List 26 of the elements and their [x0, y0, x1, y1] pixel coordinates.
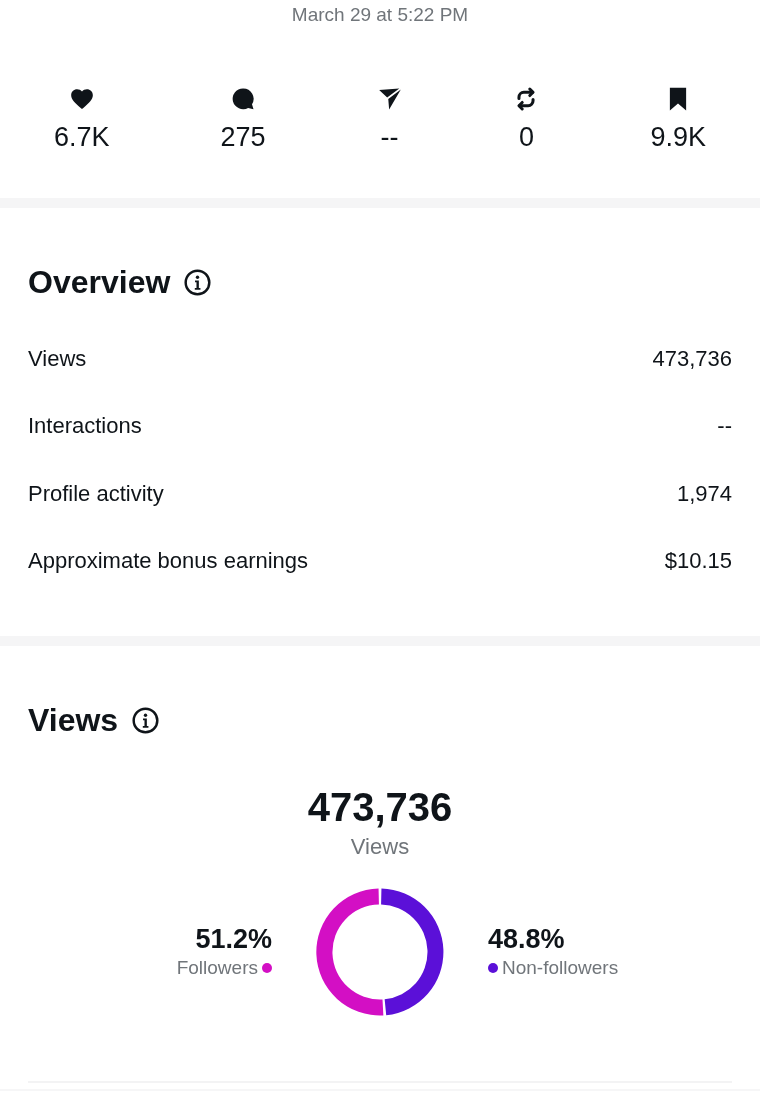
info-icon[interactable]	[132, 706, 160, 734]
metric-label: Views	[28, 344, 87, 373]
stat-count: 6.7K	[54, 122, 110, 152]
speech-bubble-icon	[230, 86, 257, 112]
section-heading: Views	[28, 701, 119, 740]
post-timestamp: March 29 at 5:22 PM	[291, 3, 469, 27]
stat-count: 275	[220, 122, 266, 152]
stat-count: 9.9K	[650, 122, 706, 152]
stat-count: --	[380, 122, 399, 152]
percent-value: 51.2%	[195, 923, 272, 955]
info-icon[interactable]	[184, 268, 212, 296]
metric-value: $10.15	[664, 547, 732, 576]
total-views-label: Views	[350, 833, 410, 861]
heart-icon	[68, 86, 95, 112]
metric-value: 1,974	[676, 479, 732, 508]
metric-label: Profile activity	[28, 479, 164, 508]
stat-count: 0	[518, 122, 534, 152]
legend-label: Non-followers	[502, 956, 619, 980]
percent-value: 48.8%	[488, 923, 565, 955]
metric-value: --	[717, 412, 732, 441]
metric-value: 473,736	[652, 344, 732, 373]
metric-label: Interactions	[28, 412, 142, 441]
section-heading: Overview	[28, 263, 171, 302]
total-views: 473,736	[307, 784, 453, 831]
metric-label: Approximate bonus earnings	[28, 547, 309, 576]
legend-label: Followers	[176, 956, 258, 980]
